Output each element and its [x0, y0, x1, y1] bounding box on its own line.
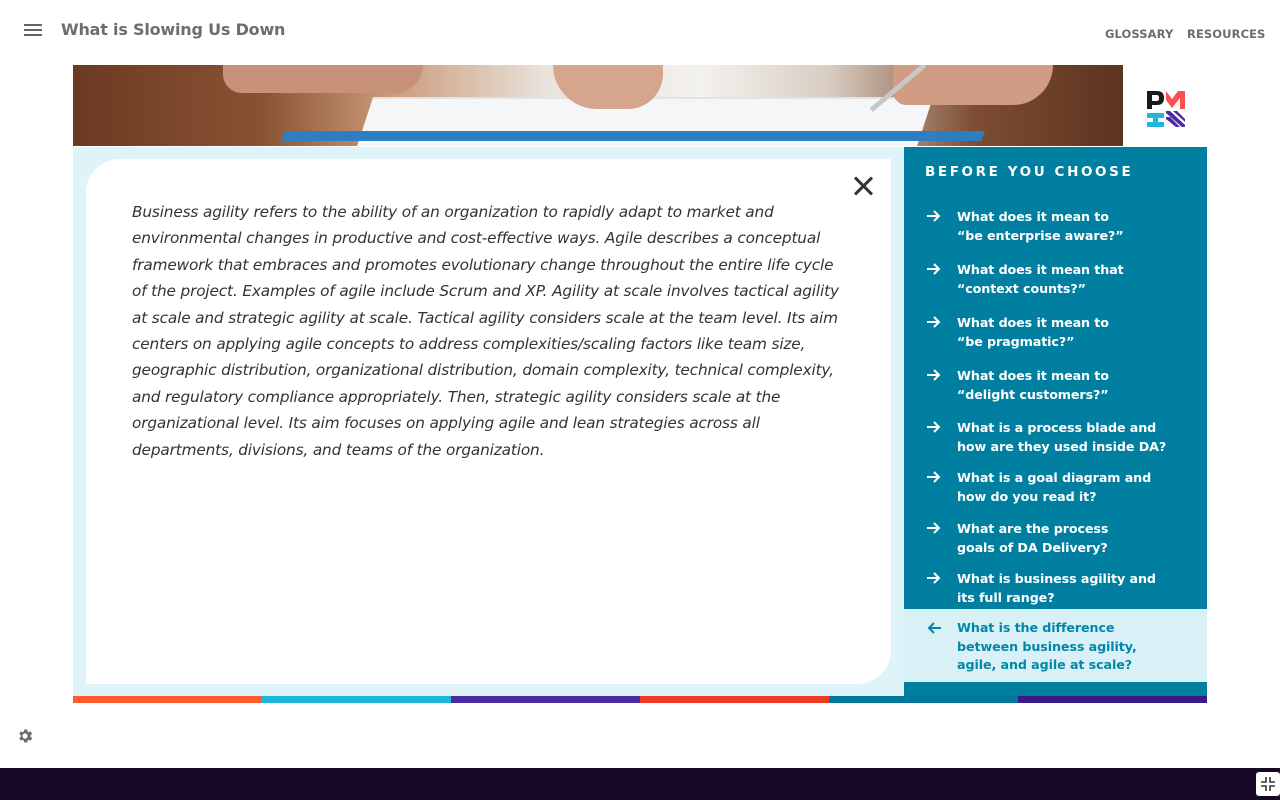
sidebar-item-label-line2: how are they used inside DA? [957, 438, 1167, 454]
resources-link[interactable]: RESOURCES [1187, 27, 1265, 41]
gear-icon[interactable] [16, 727, 34, 745]
glossary-link[interactable]: GLOSSARY [1105, 27, 1173, 41]
collapse-icon [1261, 777, 1275, 791]
hamburger-menu-icon[interactable] [24, 24, 42, 38]
color-stripe-segment [262, 696, 451, 703]
sidebar-item-label-line2: its full range? [957, 589, 1055, 605]
page-title: What is Slowing Us Down [61, 20, 286, 39]
sidebar-item-label-line1: What is business agility and [957, 571, 1156, 586]
top-bar: What is Slowing Us Down GLOSSARY RESOURC… [0, 0, 1280, 64]
arrow-left-icon [927, 622, 941, 634]
sidebar-item-label-line1: What is a goal diagram and [957, 470, 1152, 485]
sidebar-item-label-line2: “be enterprise aware?” [957, 227, 1124, 243]
arrow-right-icon [927, 263, 941, 275]
sidebar-item-label-line2: between business agility, [957, 638, 1137, 654]
sidebar-item-label-line1: What are the process [957, 521, 1109, 536]
sidebar-item-label-line3: agile, and agile at scale? [957, 657, 1133, 672]
sidebar-item-enterprise-aware[interactable]: What does it mean to “be enterprise aware… [904, 208, 1207, 248]
sidebar-title: BEFORE YOU CHOOSE [925, 164, 1134, 180]
arrow-right-icon [927, 471, 941, 483]
arrow-right-icon [927, 522, 941, 534]
arrow-right-icon [927, 210, 941, 222]
sidebar-item-label-line2: “be pragmatic?” [957, 333, 1075, 349]
sidebar-item-label-line1: What is the difference [957, 620, 1115, 635]
sidebar-item-process-goals[interactable]: What are the process goals of DA Delivery… [904, 520, 1207, 560]
sidebar-item-delight-customers[interactable]: What does it mean to “delight customers?” [904, 367, 1207, 407]
color-stripe-segment [451, 696, 640, 703]
sidebar-item-context-counts[interactable]: What does it mean that “context counts?” [904, 261, 1207, 301]
sidebar-item-label-line1: What is a process blade and [957, 420, 1157, 435]
arrow-right-icon [927, 369, 941, 381]
color-stripe-segment [73, 696, 262, 703]
sidebar-item-difference-active[interactable]: What is the difference between business a… [904, 609, 1207, 682]
arrow-right-icon [927, 316, 941, 328]
arrow-right-icon [927, 572, 941, 584]
sidebar-item-be-pragmatic[interactable]: What does it mean to “be pragmatic?” [904, 314, 1207, 354]
color-stripe [73, 696, 1207, 703]
sidebar-item-label-line2: “context counts?” [957, 280, 1086, 296]
sidebar-item-label-line1: What does it mean that [957, 262, 1124, 277]
hero-image [73, 65, 1123, 146]
sidebar-item-label-line1: What does it mean to [957, 368, 1109, 383]
sidebar-item-label-line1: What does it mean to [957, 315, 1109, 330]
sidebar-item-label-line1: What does it mean to [957, 209, 1109, 224]
bottom-bar [0, 768, 1280, 800]
pmi-logo [1147, 91, 1185, 127]
sidebar-item-label-line2: “delight customers?” [957, 386, 1109, 402]
sidebar-item-label-line2: goals of DA Delivery? [957, 539, 1108, 555]
sidebar-item-business-agility[interactable]: What is business agility and its full ran… [904, 570, 1207, 610]
arrow-right-icon [927, 421, 941, 433]
close-icon[interactable] [851, 173, 877, 199]
sidebar-item-process-blade[interactable]: What is a process blade and how are they … [904, 419, 1207, 459]
body-paragraph: Business agility refers to the ability o… [132, 203, 839, 459]
sidebar-item-label-line2: how do you read it? [957, 488, 1097, 504]
color-stripe-segment [829, 696, 1018, 703]
color-stripe-segment [1018, 696, 1207, 703]
exit-fullscreen-button[interactable] [1256, 772, 1280, 796]
sidebar-item-goal-diagram[interactable]: What is a goal diagram and how do you rea… [904, 469, 1207, 509]
color-stripe-segment [640, 696, 829, 703]
